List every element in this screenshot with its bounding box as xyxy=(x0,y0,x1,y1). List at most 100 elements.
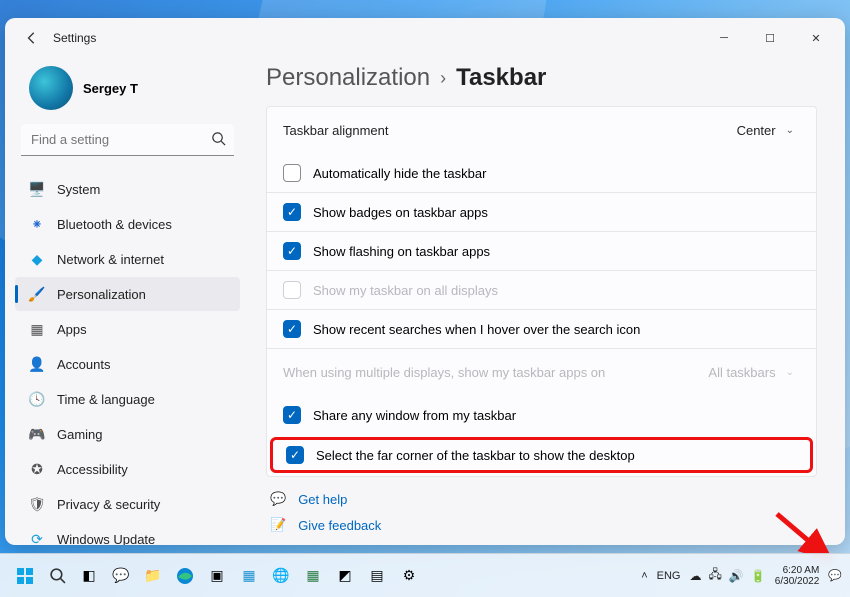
language-indicator[interactable]: ENG xyxy=(657,570,681,582)
app-icon[interactable]: ▦ xyxy=(300,563,326,589)
checkbox-row[interactable]: ✓Select the far corner of the taskbar to… xyxy=(270,437,813,473)
sidebar-item-time-language[interactable]: 🕓 Time & language xyxy=(15,382,240,416)
onedrive-icon[interactable]: ☁ xyxy=(690,569,702,583)
sidebar-item-icon: ⁕ xyxy=(29,216,45,232)
taskbar-pinned-apps: ◧ 💬 📁 ▣ ▦ 🌐 ▦ ◩ ▤ ⚙ xyxy=(12,563,422,589)
sidebar-item-apps[interactable]: ▦Apps xyxy=(15,312,240,346)
taskbar-alignment-dropdown[interactable]: Center ⌄ xyxy=(731,119,800,142)
settings-window: Settings ─ ☐ ✕ Sergey T 🖥️System ⁕ Bluetoo… xyxy=(5,18,845,545)
sidebar-item-label: Time & language xyxy=(57,392,155,407)
sidebar-item-icon: 🎮 xyxy=(29,426,45,442)
edge-icon[interactable] xyxy=(172,563,198,589)
clock-time: 6:20 AM xyxy=(783,565,820,576)
tray-chevron-icon[interactable]: ˄ xyxy=(641,570,647,582)
taskbar-alignment-card: Taskbar alignment Center ⌄ Automatically… xyxy=(266,106,817,477)
multi-display-dropdown: All taskbars ⌄ xyxy=(702,361,800,384)
sidebar-item-label: System xyxy=(57,182,100,197)
taskbar-search-icon[interactable] xyxy=(44,563,70,589)
sidebar-item-bluetooth-devices[interactable]: ⁕ Bluetooth & devices xyxy=(15,207,240,241)
checkbox-row[interactable]: ✓Show badges on taskbar apps xyxy=(267,192,816,231)
help-icon: 💬 xyxy=(270,491,286,507)
sidebar-item-icon: 👤 xyxy=(29,356,45,372)
clock[interactable]: 6:20 AM 6/30/2022 xyxy=(775,565,820,587)
search-box[interactable] xyxy=(21,124,234,156)
main-content: Personalization › Taskbar Taskbar alignm… xyxy=(250,58,845,545)
sidebar-item-privacy-security[interactable]: 🛡 Privacy & security xyxy=(15,487,240,521)
checkbox-label: Automatically hide the taskbar xyxy=(313,166,486,181)
system-tray[interactable]: ˄ ENG ☁ 🖧 🔊 🔋 6:20 AM 6/30/2022 💬 xyxy=(641,565,850,587)
app-icon[interactable]: 🌐 xyxy=(268,563,294,589)
help-links: 💬 Get help 📝 Give feedback xyxy=(266,491,817,533)
checkbox[interactable] xyxy=(283,164,301,182)
titlebar: Settings ─ ☐ ✕ xyxy=(5,18,845,58)
checkbox-row[interactable]: ✓ Show flashing on taskbar apps xyxy=(267,231,816,270)
checkbox-label: Share any window from my taskbar xyxy=(313,408,516,423)
checkbox[interactable]: ✓ xyxy=(283,203,301,221)
chevron-right-icon: › xyxy=(440,68,446,89)
breadcrumb-section[interactable]: Personalization xyxy=(266,64,430,92)
volume-icon[interactable]: 🔊 xyxy=(729,569,744,583)
sidebar-item-icon: 🛡 xyxy=(29,496,45,512)
sidebar-item-gaming[interactable]: 🎮Gaming xyxy=(15,417,240,451)
battery-icon[interactable]: 🔋 xyxy=(751,569,766,583)
checkbox[interactable]: ✓ xyxy=(283,406,301,424)
checkbox-row[interactable]: ✓ Share any window from my taskbar xyxy=(267,396,816,434)
close-button[interactable]: ✕ xyxy=(793,22,839,54)
checkbox-row[interactable]: Automatically hide the taskbar xyxy=(267,154,816,192)
sidebar-item-system[interactable]: 🖥️System xyxy=(15,172,240,206)
sidebar-item-label: Windows Update xyxy=(57,532,155,546)
checkbox[interactable]: ✓ xyxy=(286,446,304,464)
breadcrumb: Personalization › Taskbar xyxy=(266,64,817,92)
app-icon[interactable]: ◩ xyxy=(332,563,358,589)
taskbar-alignment-row[interactable]: Taskbar alignment Center ⌄ xyxy=(267,107,816,154)
sidebar-item-accounts[interactable]: 👤Accounts xyxy=(15,347,240,381)
settings-icon[interactable]: ⚙ xyxy=(396,563,422,589)
taskbar-alignment-label: Taskbar alignment xyxy=(283,123,731,138)
search-icon xyxy=(211,131,226,151)
chat-icon[interactable]: 💬 xyxy=(108,563,134,589)
checkbox-label: Show recent searches when I hover over t… xyxy=(313,322,640,337)
back-button[interactable] xyxy=(17,23,47,53)
terminal-icon[interactable]: ▣ xyxy=(204,563,230,589)
app-icon[interactable]: ▤ xyxy=(364,563,390,589)
feedback-icon: 📝 xyxy=(270,517,286,533)
sidebar-item-icon: 🕓 xyxy=(29,391,45,407)
sidebar-item-label: Privacy & security xyxy=(57,497,160,512)
chevron-down-icon: ⌄ xyxy=(786,367,794,378)
checkbox[interactable]: ✓ xyxy=(283,320,301,338)
sidebar-item-network-internet[interactable]: ◆Network & internet xyxy=(15,242,240,276)
checkbox-row[interactable]: ✓ Show recent searches when I hover over … xyxy=(267,309,816,348)
sidebar-item-icon: ◆ xyxy=(29,251,45,267)
chevron-down-icon: ⌄ xyxy=(786,125,794,136)
sidebar-item-personalization[interactable]: 🖌️ Personalization xyxy=(15,277,240,311)
minimize-button[interactable]: ─ xyxy=(701,22,747,54)
sidebar-item-icon: 🖌️ xyxy=(29,286,45,302)
task-view-icon[interactable]: ◧ xyxy=(76,563,102,589)
get-help-link[interactable]: 💬 Get help xyxy=(270,491,817,507)
sidebar-item-label: Apps xyxy=(57,322,87,337)
sidebar-item-accessibility[interactable]: ✪Accessibility xyxy=(15,452,240,486)
notifications-icon[interactable]: 💬 xyxy=(828,569,842,582)
clock-date: 6/30/2022 xyxy=(775,576,820,587)
checkbox-label: Show flashing on taskbar apps xyxy=(313,244,490,259)
checkbox xyxy=(283,281,301,299)
multi-display-value: All taskbars xyxy=(708,365,775,380)
sidebar-item-label: Bluetooth & devices xyxy=(57,217,172,232)
file-explorer-icon[interactable]: 📁 xyxy=(140,563,166,589)
app-icon[interactable]: ▦ xyxy=(236,563,262,589)
network-icon[interactable]: 🖧 xyxy=(709,565,722,586)
profile-block[interactable]: Sergey T xyxy=(15,58,240,122)
checkbox-row: Show my taskbar on all displays xyxy=(267,270,816,309)
sidebar: Sergey T 🖥️System ⁕ Bluetooth & devices ◆Ne… xyxy=(5,58,250,545)
start-button[interactable] xyxy=(12,563,38,589)
give-feedback-link[interactable]: 📝 Give feedback xyxy=(270,517,817,533)
checkbox[interactable]: ✓ xyxy=(283,242,301,260)
sidebar-item-label: Accessibility xyxy=(57,462,128,477)
taskbar[interactable]: ◧ 💬 📁 ▣ ▦ 🌐 ▦ ◩ ▤ ⚙ ˄ ENG ☁ 🖧 🔊 🔋 6:20 A… xyxy=(0,553,850,597)
sidebar-item-windows-update[interactable]: ⟳Windows Update xyxy=(15,522,240,545)
sidebar-item-label: Personalization xyxy=(57,287,146,302)
breadcrumb-page: Taskbar xyxy=(456,64,546,92)
search-input[interactable] xyxy=(21,124,234,156)
window-title: Settings xyxy=(53,31,96,45)
maximize-button[interactable]: ☐ xyxy=(747,22,793,54)
